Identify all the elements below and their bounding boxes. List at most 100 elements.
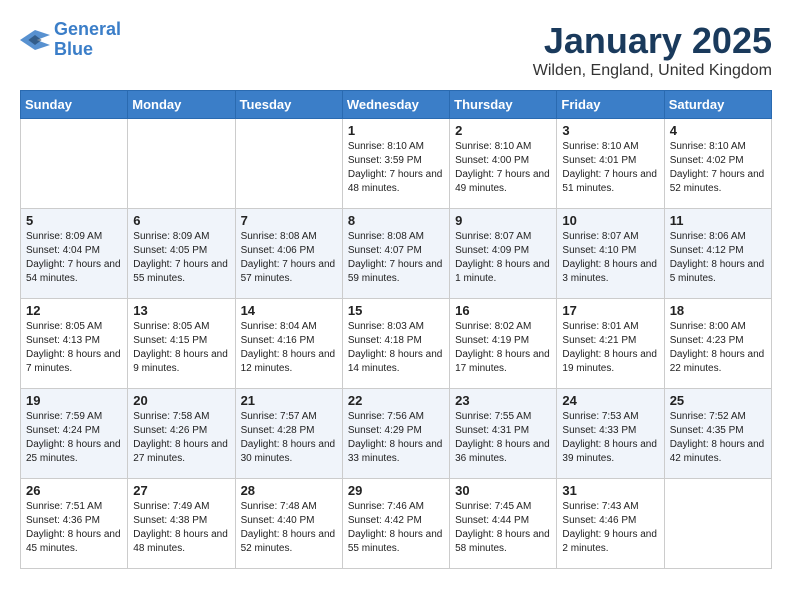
day-number: 25 bbox=[670, 393, 766, 408]
day-number: 24 bbox=[562, 393, 658, 408]
calendar-cell: 6 Sunrise: 8:09 AM Sunset: 4:05 PM Daylig… bbox=[128, 209, 235, 299]
day-detail: Sunrise: 7:45 AM Sunset: 4:44 PM Dayligh… bbox=[455, 500, 551, 556]
day-detail: Sunrise: 7:49 AM Sunset: 4:38 PM Dayligh… bbox=[133, 500, 229, 556]
calendar-cell: 4 Sunrise: 8:10 AM Sunset: 4:02 PM Daylig… bbox=[664, 119, 771, 209]
day-number: 10 bbox=[562, 213, 658, 228]
calendar-cell: 13 Sunrise: 8:05 AM Sunset: 4:15 PM Dayli… bbox=[128, 299, 235, 389]
day-detail: Sunrise: 7:51 AM Sunset: 4:36 PM Dayligh… bbox=[26, 500, 122, 556]
logo-blue: Blue bbox=[54, 39, 93, 59]
day-detail: Sunrise: 7:46 AM Sunset: 4:42 PM Dayligh… bbox=[348, 500, 444, 556]
day-number: 7 bbox=[241, 213, 337, 228]
logo-text: General Blue bbox=[54, 20, 121, 60]
calendar-cell bbox=[128, 119, 235, 209]
day-detail: Sunrise: 7:48 AM Sunset: 4:40 PM Dayligh… bbox=[241, 500, 337, 556]
day-number: 9 bbox=[455, 213, 551, 228]
calendar-cell: 7 Sunrise: 8:08 AM Sunset: 4:06 PM Daylig… bbox=[235, 209, 342, 299]
calendar-cell: 1 Sunrise: 8:10 AM Sunset: 3:59 PM Daylig… bbox=[342, 119, 449, 209]
day-number: 14 bbox=[241, 303, 337, 318]
day-detail: Sunrise: 8:04 AM Sunset: 4:16 PM Dayligh… bbox=[241, 320, 337, 376]
day-detail: Sunrise: 8:05 AM Sunset: 4:15 PM Dayligh… bbox=[133, 320, 229, 376]
header-row: SundayMondayTuesdayWednesdayThursdayFrid… bbox=[21, 91, 772, 119]
week-row-5: 26Sunrise: 7:51 AM Sunset: 4:36 PM Dayli… bbox=[21, 479, 772, 569]
day-number: 4 bbox=[670, 123, 766, 138]
day-detail: Sunrise: 8:07 AM Sunset: 4:09 PM Dayligh… bbox=[455, 230, 551, 286]
day-number: 15 bbox=[348, 303, 444, 318]
day-detail: Sunrise: 8:10 AM Sunset: 4:02 PM Dayligh… bbox=[670, 140, 766, 196]
calendar-cell: 27 Sunrise: 7:49 AM Sunset: 4:38 PM Dayli… bbox=[128, 479, 235, 569]
calendar-cell: 10Sunrise: 8:07 AM Sunset: 4:10 PM Dayli… bbox=[557, 209, 664, 299]
day-detail: Sunrise: 8:06 AM Sunset: 4:12 PM Dayligh… bbox=[670, 230, 766, 286]
title-block: January 2025 Wilden, England, United Kin… bbox=[533, 20, 772, 80]
page-header: General Blue January 2025 Wilden, Englan… bbox=[20, 20, 772, 80]
day-number: 5 bbox=[26, 213, 122, 228]
calendar-cell: 11 Sunrise: 8:06 AM Sunset: 4:12 PM Dayli… bbox=[664, 209, 771, 299]
day-number: 2 bbox=[455, 123, 551, 138]
day-number: 11 bbox=[670, 213, 766, 228]
day-number: 17 bbox=[562, 303, 658, 318]
day-number: 18 bbox=[670, 303, 766, 318]
day-detail: Sunrise: 8:10 AM Sunset: 4:00 PM Dayligh… bbox=[455, 140, 551, 196]
day-detail: Sunrise: 8:08 AM Sunset: 4:07 PM Dayligh… bbox=[348, 230, 444, 286]
header-cell-sunday: Sunday bbox=[21, 91, 128, 119]
header-cell-friday: Friday bbox=[557, 91, 664, 119]
day-number: 22 bbox=[348, 393, 444, 408]
day-detail: Sunrise: 8:10 AM Sunset: 3:59 PM Dayligh… bbox=[348, 140, 444, 196]
calendar-cell: 2 Sunrise: 8:10 AM Sunset: 4:00 PM Daylig… bbox=[450, 119, 557, 209]
calendar-cell: 21 Sunrise: 7:57 AM Sunset: 4:28 PM Dayli… bbox=[235, 389, 342, 479]
day-number: 1 bbox=[348, 123, 444, 138]
calendar-table: SundayMondayTuesdayWednesdayThursdayFrid… bbox=[20, 90, 772, 569]
header-cell-thursday: Thursday bbox=[450, 91, 557, 119]
calendar-cell: 17 Sunrise: 8:01 AM Sunset: 4:21 PM Dayli… bbox=[557, 299, 664, 389]
day-detail: Sunrise: 7:53 AM Sunset: 4:33 PM Dayligh… bbox=[562, 410, 658, 466]
day-detail: Sunrise: 8:09 AM Sunset: 4:04 PM Dayligh… bbox=[26, 230, 122, 286]
day-detail: Sunrise: 7:57 AM Sunset: 4:28 PM Dayligh… bbox=[241, 410, 337, 466]
day-detail: Sunrise: 8:03 AM Sunset: 4:18 PM Dayligh… bbox=[348, 320, 444, 376]
logo-general: General bbox=[54, 19, 121, 39]
calendar-cell: 23Sunrise: 7:55 AM Sunset: 4:31 PM Dayli… bbox=[450, 389, 557, 479]
calendar-cell: 28 Sunrise: 7:48 AM Sunset: 4:40 PM Dayli… bbox=[235, 479, 342, 569]
header-cell-wednesday: Wednesday bbox=[342, 91, 449, 119]
week-row-4: 19 Sunrise: 7:59 AM Sunset: 4:24 PM Dayli… bbox=[21, 389, 772, 479]
calendar-cell bbox=[664, 479, 771, 569]
calendar-cell: 30 Sunrise: 7:45 AM Sunset: 4:44 PM Dayli… bbox=[450, 479, 557, 569]
day-detail: Sunrise: 7:56 AM Sunset: 4:29 PM Dayligh… bbox=[348, 410, 444, 466]
day-detail: Sunrise: 7:52 AM Sunset: 4:35 PM Dayligh… bbox=[670, 410, 766, 466]
calendar-cell: 29 Sunrise: 7:46 AM Sunset: 4:42 PM Dayli… bbox=[342, 479, 449, 569]
day-detail: Sunrise: 8:01 AM Sunset: 4:21 PM Dayligh… bbox=[562, 320, 658, 376]
day-number: 31 bbox=[562, 483, 658, 498]
day-number: 16 bbox=[455, 303, 551, 318]
day-number: 6 bbox=[133, 213, 229, 228]
calendar-cell: 20 Sunrise: 7:58 AM Sunset: 4:26 PM Dayli… bbox=[128, 389, 235, 479]
logo: General Blue bbox=[20, 20, 121, 60]
day-detail: Sunrise: 7:58 AM Sunset: 4:26 PM Dayligh… bbox=[133, 410, 229, 466]
day-detail: Sunrise: 8:09 AM Sunset: 4:05 PM Dayligh… bbox=[133, 230, 229, 286]
logo-icon bbox=[20, 28, 50, 52]
day-number: 12 bbox=[26, 303, 122, 318]
calendar-cell bbox=[21, 119, 128, 209]
calendar-cell: 25 Sunrise: 7:52 AM Sunset: 4:35 PM Dayli… bbox=[664, 389, 771, 479]
day-number: 29 bbox=[348, 483, 444, 498]
day-number: 8 bbox=[348, 213, 444, 228]
day-number: 3 bbox=[562, 123, 658, 138]
day-number: 21 bbox=[241, 393, 337, 408]
header-cell-tuesday: Tuesday bbox=[235, 91, 342, 119]
day-number: 13 bbox=[133, 303, 229, 318]
day-number: 28 bbox=[241, 483, 337, 498]
day-detail: Sunrise: 8:10 AM Sunset: 4:01 PM Dayligh… bbox=[562, 140, 658, 196]
day-number: 20 bbox=[133, 393, 229, 408]
week-row-2: 5 Sunrise: 8:09 AM Sunset: 4:04 PM Daylig… bbox=[21, 209, 772, 299]
calendar-cell: 26Sunrise: 7:51 AM Sunset: 4:36 PM Dayli… bbox=[21, 479, 128, 569]
header-cell-monday: Monday bbox=[128, 91, 235, 119]
day-detail: Sunrise: 7:43 AM Sunset: 4:46 PM Dayligh… bbox=[562, 500, 658, 556]
header-cell-saturday: Saturday bbox=[664, 91, 771, 119]
day-number: 19 bbox=[26, 393, 122, 408]
day-number: 27 bbox=[133, 483, 229, 498]
calendar-cell: 5 Sunrise: 8:09 AM Sunset: 4:04 PM Daylig… bbox=[21, 209, 128, 299]
month-title: January 2025 bbox=[533, 20, 772, 62]
calendar-cell: 24 Sunrise: 7:53 AM Sunset: 4:33 PM Dayli… bbox=[557, 389, 664, 479]
week-row-3: 12Sunrise: 8:05 AM Sunset: 4:13 PM Dayli… bbox=[21, 299, 772, 389]
day-detail: Sunrise: 8:08 AM Sunset: 4:06 PM Dayligh… bbox=[241, 230, 337, 286]
day-number: 30 bbox=[455, 483, 551, 498]
day-detail: Sunrise: 7:59 AM Sunset: 4:24 PM Dayligh… bbox=[26, 410, 122, 466]
week-row-1: 1 Sunrise: 8:10 AM Sunset: 3:59 PM Daylig… bbox=[21, 119, 772, 209]
